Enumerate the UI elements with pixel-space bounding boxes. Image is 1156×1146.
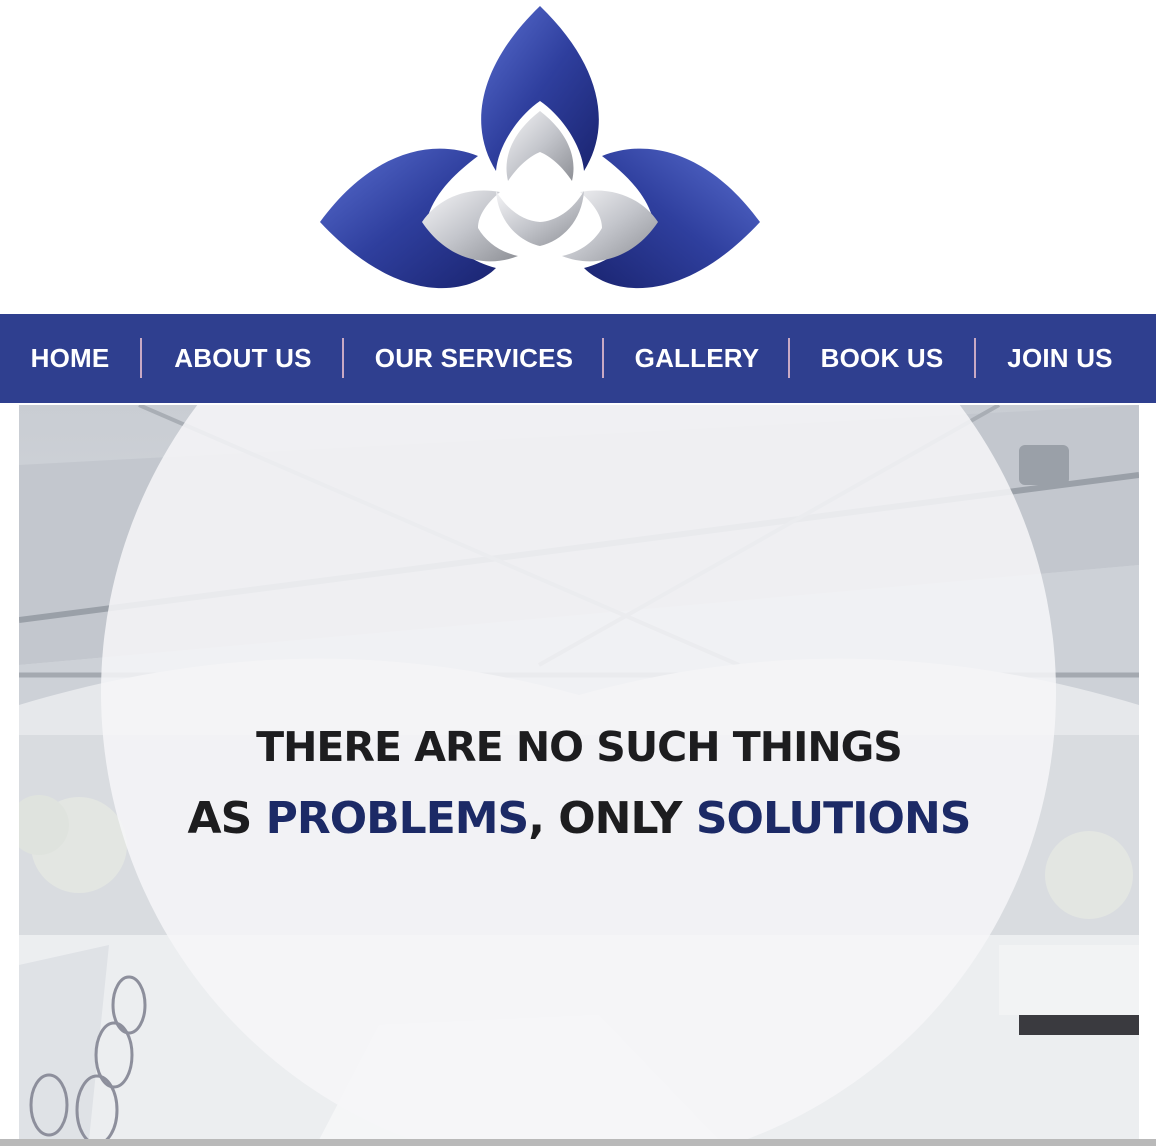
main-navigation: HOME ABOUT US OUR SERVICES GALLERY BOOK … — [0, 314, 1156, 403]
nav-book-us[interactable]: BOOK US — [808, 314, 956, 403]
hero-text-solutions: SOLUTIONS — [695, 793, 972, 844]
hero-text-problems: PROBLEMS — [265, 793, 530, 844]
nav-divider — [140, 338, 142, 378]
hero-right-margin — [1139, 403, 1156, 1139]
nav-divider — [788, 338, 790, 378]
hero-text-only: , ONLY — [528, 793, 696, 844]
nav-about-us[interactable]: ABOUT US — [160, 314, 326, 403]
hero-headline-line-1: THERE ARE NO SUCH THINGS — [256, 723, 903, 771]
hero-overlay-circle — [101, 405, 1056, 1140]
page: HOME ABOUT US OUR SERVICES GALLERY BOOK … — [0, 0, 1156, 1146]
hero-text-as: AS — [187, 793, 266, 844]
nav-home[interactable]: HOME — [20, 314, 120, 403]
hero-left-margin — [0, 403, 19, 1139]
hero-banner: THERE ARE NO SUCH THINGS AS PROBLEMS, ON… — [19, 405, 1139, 1140]
nav-divider — [602, 338, 604, 378]
hero-headline-line-2: AS PROBLEMS, ONLY SOLUTIONS — [19, 793, 1139, 844]
header-logo-area — [0, 0, 1156, 314]
nav-gallery[interactable]: GALLERY — [622, 314, 772, 403]
nav-divider — [974, 338, 976, 378]
trefoil-lotus-logo-icon[interactable] — [318, 6, 762, 302]
nav-our-services[interactable]: OUR SERVICES — [362, 314, 586, 403]
page-bottom-divider — [0, 1139, 1156, 1146]
nav-join-us[interactable]: JOIN US — [994, 314, 1126, 403]
nav-divider — [342, 338, 344, 378]
